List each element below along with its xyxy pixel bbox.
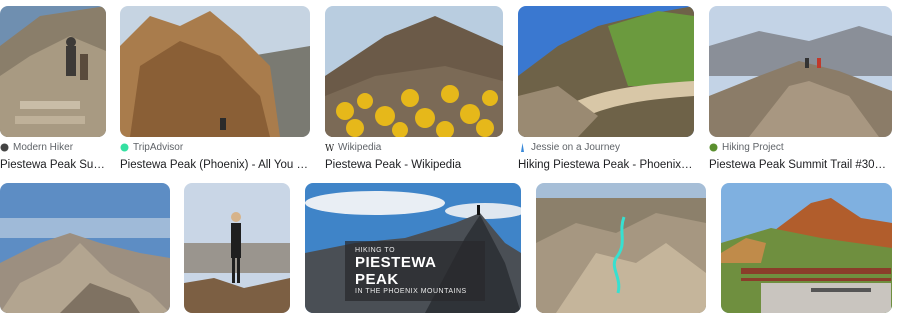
result-source: W Wikipedia bbox=[325, 142, 382, 154]
result-thumbnail[interactable] bbox=[120, 6, 310, 137]
image-result-2[interactable]: TripAdvisor Piestewa Peak (Phoenix) - Al… bbox=[120, 6, 310, 171]
result-thumbnail[interactable] bbox=[518, 6, 694, 137]
result-thumbnail[interactable] bbox=[184, 183, 290, 313]
image-result-7[interactable] bbox=[184, 183, 290, 313]
result-thumbnail[interactable] bbox=[325, 6, 503, 137]
image-result-3[interactable]: W Wikipedia Piestewa Peak - Wikipedia bbox=[325, 6, 503, 171]
overlay-caption: HIKING TO PIESTEWA PEAK IN THE PHOENIX M… bbox=[345, 241, 485, 301]
result-source: Jessie on a Journey bbox=[518, 142, 620, 153]
tripadvisor-favicon-icon bbox=[120, 143, 129, 152]
image-result-9[interactable] bbox=[536, 183, 706, 313]
hiker-favicon-icon bbox=[0, 143, 9, 152]
result-title[interactable]: Piestewa Peak (Phoenix) - All You Nee... bbox=[120, 159, 310, 171]
image-result-10[interactable] bbox=[721, 183, 892, 313]
result-title[interactable]: Piestewa Peak Summit Trail #300 Hik... bbox=[709, 159, 892, 171]
result-title[interactable]: Piestewa Peak - Wikipedia bbox=[325, 159, 503, 171]
image-result-8[interactable]: HIKING TO PIESTEWA PEAK IN THE PHOENIX M… bbox=[305, 183, 521, 313]
result-thumbnail[interactable] bbox=[536, 183, 706, 313]
result-source: Modern Hiker bbox=[0, 142, 73, 153]
svg-text:W: W bbox=[325, 144, 334, 152]
result-thumbnail[interactable]: HIKING TO PIESTEWA PEAK IN THE PHOENIX M… bbox=[305, 183, 521, 313]
image-result-1[interactable]: Modern Hiker Piestewa Peak Sum... bbox=[0, 6, 106, 171]
result-thumbnail[interactable] bbox=[709, 6, 892, 137]
image-result-4[interactable]: Jessie on a Journey Hiking Piestewa Peak… bbox=[518, 6, 694, 171]
image-result-5[interactable]: Hiking Project Piestewa Peak Summit Trai… bbox=[709, 6, 892, 171]
result-source: Hiking Project bbox=[709, 142, 784, 153]
result-source: TripAdvisor bbox=[120, 142, 183, 153]
result-title[interactable]: Piestewa Peak Sum... bbox=[0, 159, 106, 171]
journey-favicon-icon bbox=[518, 143, 527, 152]
result-title[interactable]: Hiking Piestewa Peak - Phoenix Ariz... bbox=[518, 159, 694, 171]
image-result-6[interactable] bbox=[0, 183, 170, 313]
result-thumbnail[interactable] bbox=[0, 183, 170, 313]
wikipedia-favicon-icon: W bbox=[325, 143, 335, 154]
result-thumbnail[interactable] bbox=[721, 183, 892, 313]
result-thumbnail[interactable] bbox=[0, 6, 106, 137]
hiking-project-favicon-icon bbox=[709, 143, 718, 152]
